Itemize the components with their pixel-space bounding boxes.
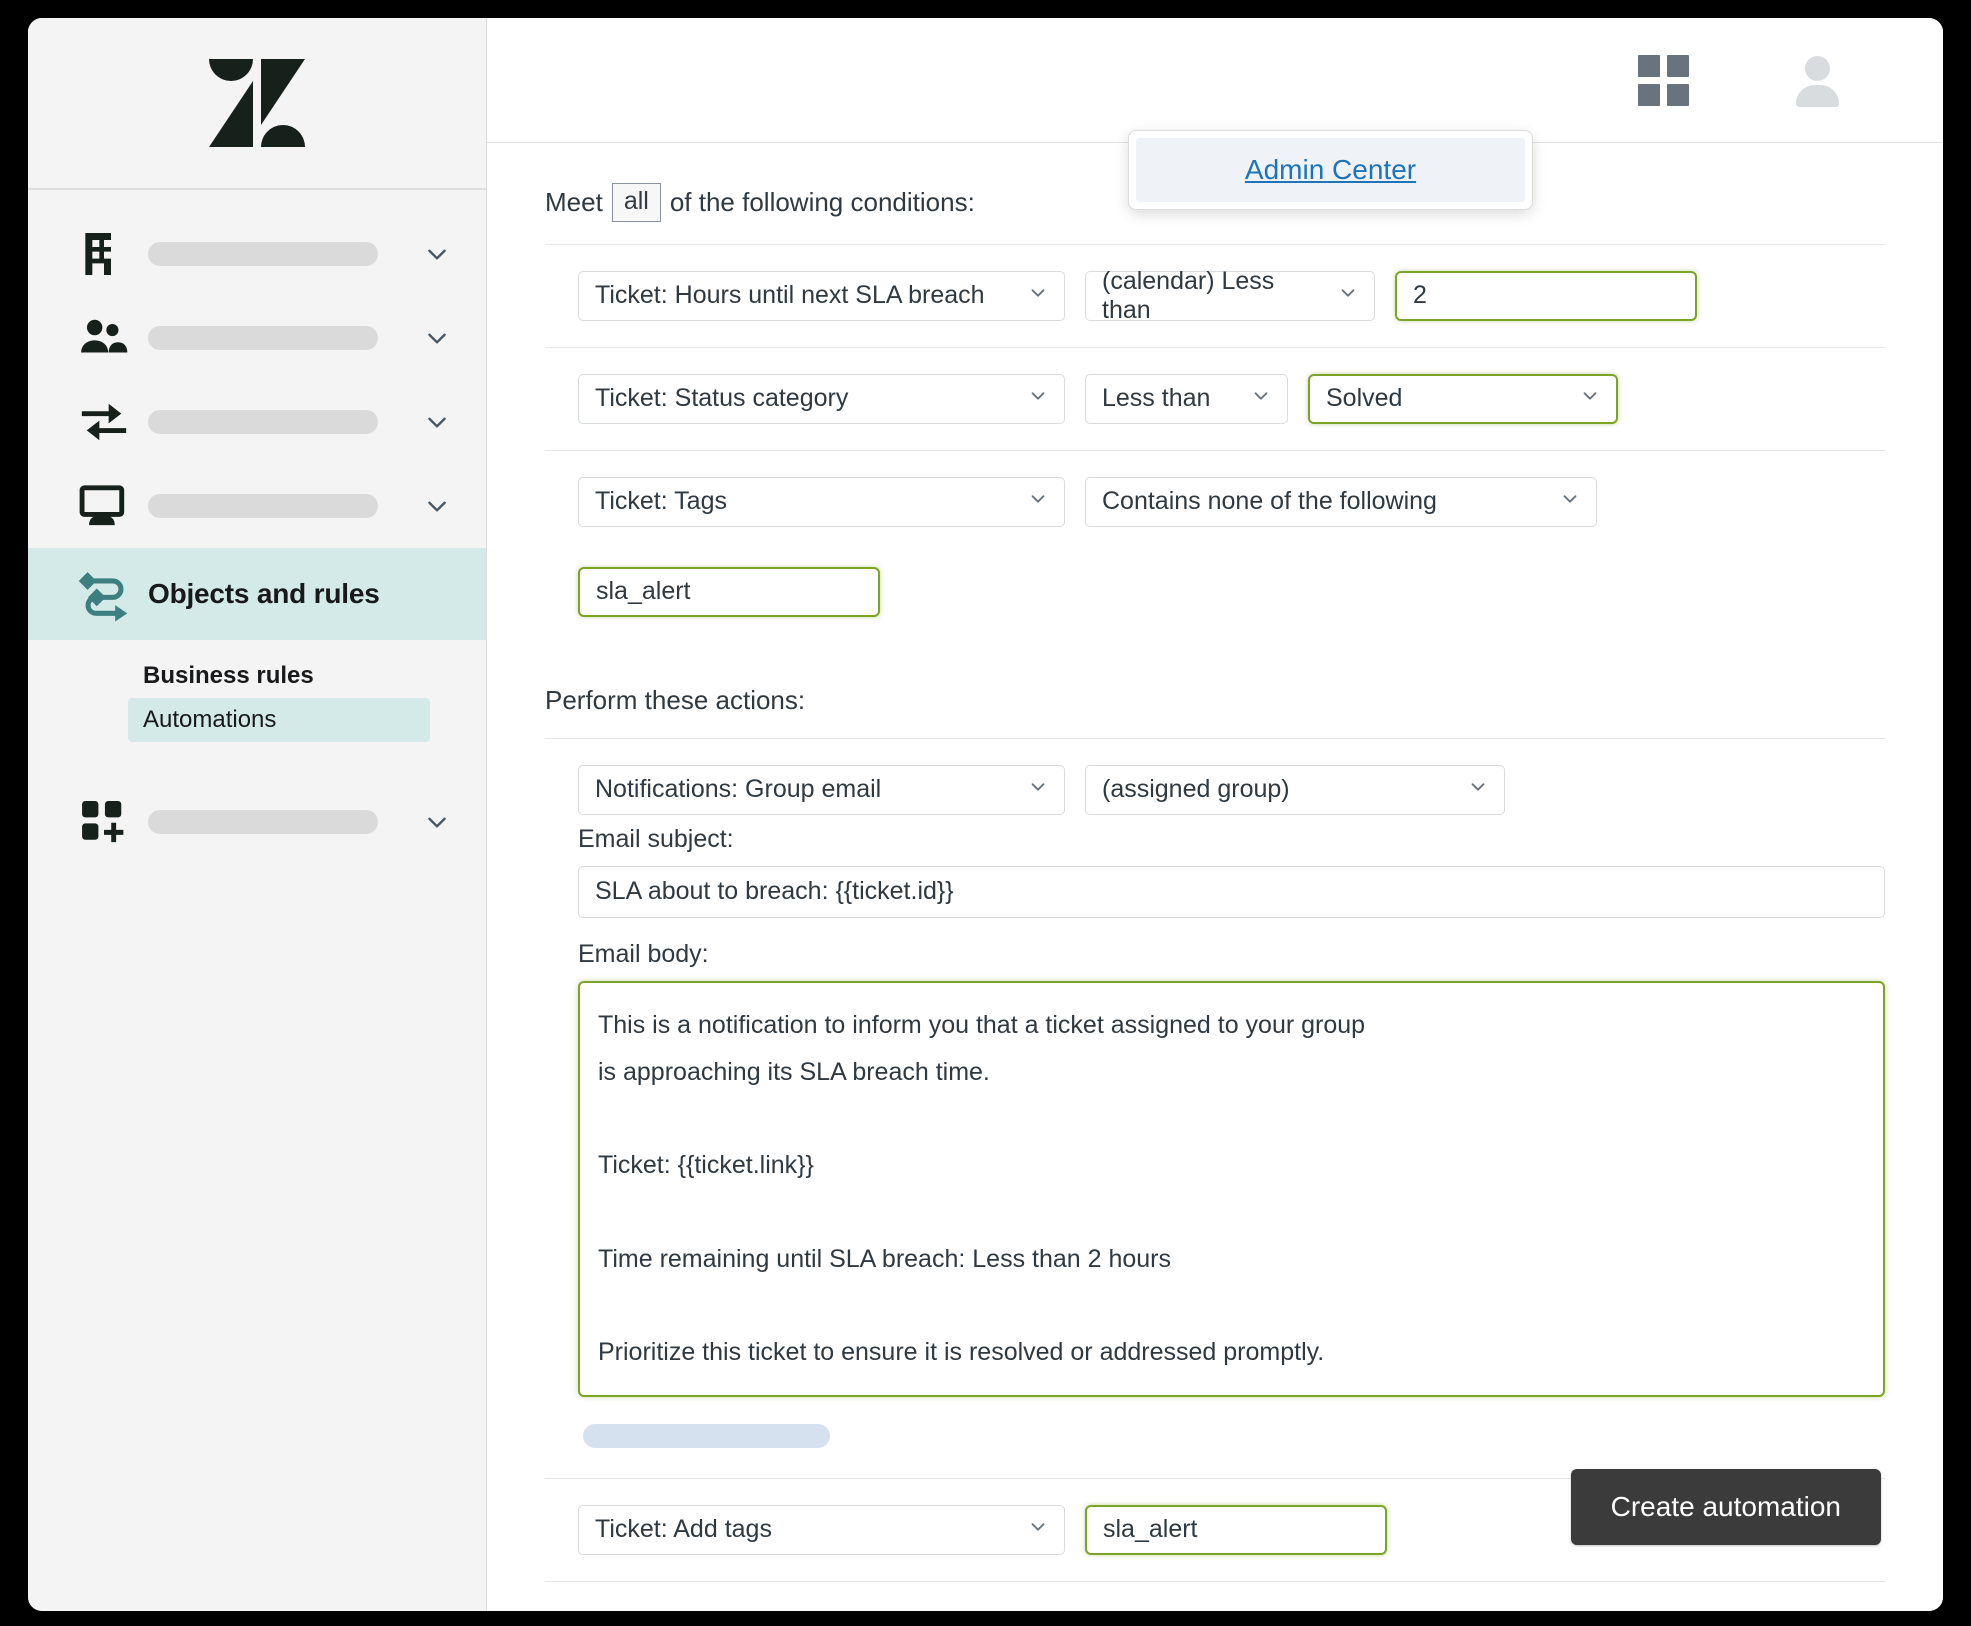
sidebar-item-objects-and-rules[interactable]: Objects and rules — [28, 548, 486, 640]
sidebar-logo-area — [28, 18, 486, 190]
chevron-down-icon[interactable] — [424, 409, 450, 435]
sidebar: Objects and rules Business rules Automat… — [28, 18, 487, 1611]
sidebar-item-label-placeholder — [148, 810, 378, 834]
chevron-down-icon — [1337, 281, 1359, 310]
sidebar-item-label-placeholder — [148, 494, 378, 518]
condition-field-select[interactable]: Ticket: Tags — [578, 476, 1065, 527]
condition-field-value: Ticket: Status category — [595, 384, 849, 413]
action-tag-text: sla_alert — [1103, 1515, 1198, 1544]
chevron-down-icon — [1467, 775, 1489, 804]
action-group-select[interactable]: (assigned group) — [1085, 764, 1505, 815]
user-avatar-icon[interactable] — [1789, 52, 1845, 108]
objects-rules-icon — [76, 565, 138, 623]
monitor-icon — [76, 478, 138, 534]
action-field-select[interactable]: Ticket: Add tags — [578, 1504, 1065, 1555]
sidebar-item-channels[interactable] — [28, 380, 486, 464]
create-automation-button[interactable]: Create automation — [1570, 1469, 1881, 1545]
action-field-value: Notifications: Group email — [595, 775, 882, 804]
chevron-down-icon[interactable] — [424, 325, 450, 351]
sidebar-item-account[interactable] — [28, 212, 486, 296]
zendesk-logo — [209, 59, 305, 147]
email-body-helper-placeholder — [583, 1423, 830, 1448]
chevron-down-icon[interactable] — [424, 809, 450, 835]
email-fields: Email subject: Email body: This is a not… — [545, 825, 1885, 1448]
transfer-arrows-icon — [76, 394, 138, 450]
condition-tag-input[interactable]: sla_alert — [578, 566, 880, 617]
chevron-down-icon — [1027, 775, 1049, 804]
condition-row: Ticket: Status category Less than Solved — [545, 346, 1885, 450]
grid-apps-icon[interactable] — [1638, 54, 1689, 106]
condition-tag-text: sla_alert — [596, 577, 691, 606]
apps-add-icon — [76, 794, 138, 850]
building-icon — [76, 226, 138, 282]
chevron-down-icon — [1250, 384, 1272, 413]
action-group-value: (assigned group) — [1102, 775, 1290, 804]
condition-field-select[interactable]: Ticket: Status category — [578, 373, 1065, 424]
sidebar-item-people[interactable] — [28, 296, 486, 380]
condition-value-select[interactable]: Solved — [1308, 373, 1618, 424]
sidebar-nav: Objects and rules Business rules Automat… — [28, 190, 486, 872]
condition-operator-value: Less than — [1102, 384, 1211, 413]
action-field-value: Ticket: Add tags — [595, 1515, 772, 1544]
email-subject-label: Email subject: — [578, 824, 734, 853]
conditions-heading-suffix: of the following conditions: — [669, 186, 975, 217]
sidebar-subitem-business-rules[interactable]: Business rules — [128, 654, 430, 698]
admin-center-dropdown: Admin Center — [1128, 130, 1533, 210]
action-tag-input[interactable]: sla_alert — [1085, 1504, 1387, 1555]
email-body-label: Email body: — [578, 939, 709, 968]
condition-row: Ticket: Tags Contains none of the follow… — [545, 449, 1885, 643]
condition-operator-value: Contains none of the following — [1102, 487, 1437, 516]
sidebar-item-label-placeholder — [148, 326, 378, 350]
actions-heading-text: Perform these actions: — [545, 684, 806, 715]
chevron-down-icon[interactable] — [424, 493, 450, 519]
conditions-match-type-chip[interactable]: all — [611, 183, 661, 222]
main-content: Admin Center Meet all of the following c… — [487, 18, 1943, 1611]
sidebar-item-workspaces[interactable] — [28, 464, 486, 548]
email-subject-input[interactable] — [578, 865, 1885, 918]
sidebar-item-label-placeholder — [148, 410, 378, 434]
sidebar-item-label-placeholder — [148, 242, 378, 266]
condition-field-value: Ticket: Tags — [595, 487, 727, 516]
action-row-notification: Notifications: Group email (assigned gro… — [545, 737, 1885, 815]
chevron-down-icon — [1579, 384, 1601, 413]
condition-field-value: Ticket: Hours until next SLA breach — [595, 281, 985, 310]
automation-form: Meet all of the following conditions: Ti… — [487, 143, 1943, 1582]
chevron-down-icon — [1027, 487, 1049, 516]
conditions-heading-prefix: Meet — [545, 186, 603, 217]
condition-operator-select[interactable]: (calendar) Less than — [1085, 267, 1375, 324]
action-field-select[interactable]: Notifications: Group email — [578, 764, 1065, 815]
condition-row: Ticket: Hours until next SLA breach (cal… — [545, 243, 1885, 347]
actions-heading: Perform these actions: — [545, 685, 1885, 716]
sidebar-item-apps[interactable] — [28, 772, 486, 872]
condition-operator-select[interactable]: Less than — [1085, 373, 1288, 424]
condition-value-text: Solved — [1326, 384, 1403, 413]
people-icon — [76, 310, 138, 366]
sidebar-subitem-automations[interactable]: Automations — [128, 698, 430, 742]
condition-operator-value: (calendar) Less than — [1102, 266, 1275, 324]
chevron-down-icon — [1559, 487, 1581, 516]
chevron-down-icon[interactable] — [424, 241, 450, 267]
email-body-textarea[interactable]: This is a notification to inform you tha… — [578, 980, 1885, 1397]
admin-center-link[interactable]: Admin Center — [1245, 154, 1416, 185]
chevron-down-icon — [1027, 1515, 1049, 1544]
top-bar — [487, 18, 1943, 143]
admin-center-menu-item[interactable]: Admin Center — [1136, 138, 1525, 202]
sidebar-subnav: Business rules Automations — [28, 640, 486, 742]
condition-value-input[interactable]: 2 — [1395, 270, 1697, 321]
condition-value-text: 2 — [1413, 281, 1427, 310]
chevron-down-icon — [1027, 384, 1049, 413]
condition-field-select[interactable]: Ticket: Hours until next SLA breach — [578, 270, 1065, 321]
app-window: Objects and rules Business rules Automat… — [28, 18, 1943, 1611]
sidebar-item-label: Objects and rules — [148, 578, 380, 609]
condition-operator-select[interactable]: Contains none of the following — [1085, 476, 1597, 527]
chevron-down-icon — [1027, 281, 1049, 310]
